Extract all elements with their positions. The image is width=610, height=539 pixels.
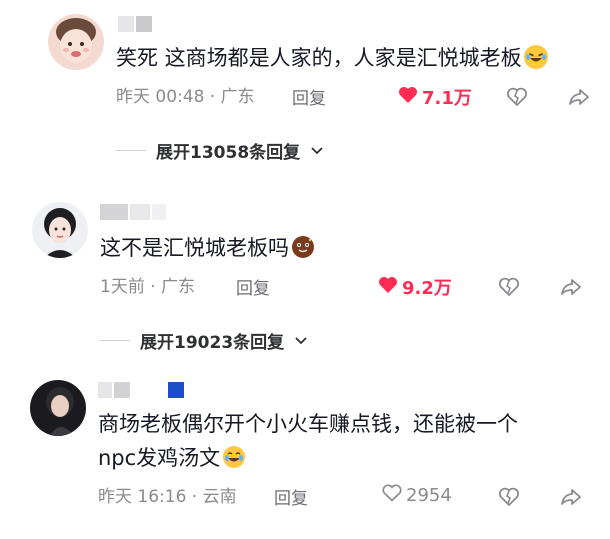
rofl-emoji-icon [523,45,548,69]
share-icon[interactable] [558,274,584,300]
comment-text: 笑死 这商场都是人家的，人家是汇悦城老板 [116,42,548,74]
like-button[interactable]: 2954 [382,484,452,507]
divider-line [116,150,146,151]
expand-replies-label: 展开13058条回复 [156,143,301,163]
share-icon[interactable] [558,484,584,510]
like-count: 2954 [406,485,452,506]
chevron-down-icon [294,331,308,351]
cookie-face-emoji-icon [291,235,315,259]
like-button[interactable]: 7.1万 [398,84,472,110]
comment-item: 笑死 这商场都是人家的，人家是汇悦城老板 昨天 00:48 · 广东 回复 7.… [0,0,610,170]
username-blurred[interactable] [118,16,152,32]
username-blurred[interactable] [98,382,184,398]
comment-text-body: 笑死 这商场都是人家的，人家是汇悦城老板 [116,46,522,70]
heart-icon [398,86,418,109]
divider-line [100,340,130,341]
dislike-heart-icon[interactable] [496,484,522,510]
comment-text-line: npc发鸡汤文 [98,446,221,470]
comment-meta: 昨天 16:16 · 云南 [98,487,237,507]
like-count: 9.2万 [402,278,452,299]
dislike-heart-icon[interactable] [504,84,530,110]
comment-text: 这不是汇悦城老板吗 [100,232,315,264]
expand-replies-button[interactable]: 展开19023条回复 [100,328,308,353]
avatar[interactable] [32,202,88,258]
comment-item: 商场老板偶尔开个小火车赚点钱，还能被一个 npc发鸡汤文 昨天 16:16 · … [0,376,610,539]
heart-outline-icon [382,484,402,507]
comment-text: npc发鸡汤文 [98,442,246,474]
chevron-down-icon [310,141,324,161]
avatar[interactable] [30,380,86,436]
reply-button[interactable]: 回复 [274,484,308,509]
reply-button[interactable]: 回复 [236,274,270,299]
comment-item: 这不是汇悦城老板吗 1天前 · 广东 回复 9.2万 展开19023条回复 [0,190,610,360]
comment-text-line: 商场老板偶尔开个小火车赚点钱，还能被一个 [98,412,518,436]
like-count: 7.1万 [422,88,472,109]
comment-text-body: 这不是汇悦城老板吗 [100,236,289,260]
expand-replies-label: 展开19023条回复 [140,333,285,353]
dislike-heart-icon[interactable] [496,274,522,300]
heart-icon [378,276,398,299]
like-button[interactable]: 9.2万 [378,274,452,300]
share-icon[interactable] [566,84,592,110]
username-blurred[interactable] [100,204,166,220]
avatar[interactable] [48,14,104,70]
comment-meta: 昨天 00:48 · 广东 [116,87,255,107]
expand-replies-button[interactable]: 展开13058条回复 [116,138,324,163]
comment-text: 商场老板偶尔开个小火车赚点钱，还能被一个 [98,408,518,440]
tears-of-joy-emoji-icon [222,445,246,469]
comment-meta: 1天前 · 广东 [100,277,196,297]
reply-button[interactable]: 回复 [292,84,326,109]
